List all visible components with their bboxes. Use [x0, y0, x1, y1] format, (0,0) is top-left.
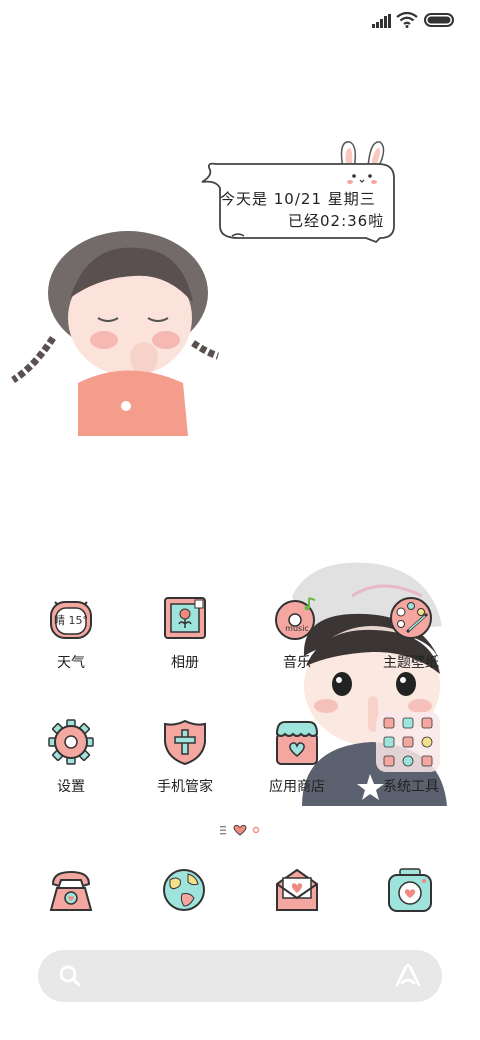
widget-time-text: 已经02:36啦 — [288, 212, 385, 230]
search-icon — [59, 965, 81, 987]
app-weather[interactable]: 晴 15° 天气 — [16, 594, 126, 704]
settings-icon — [48, 719, 94, 765]
app-security[interactable]: 手机管家 — [130, 718, 240, 828]
dock-browser[interactable] — [160, 866, 208, 914]
signal-icon — [372, 14, 391, 28]
system-tools-folder-icon — [376, 712, 440, 772]
app-label: 系统工具 — [383, 779, 439, 795]
app-app-store[interactable]: 应用商店 — [242, 718, 352, 828]
app-music[interactable]: music 音乐 — [242, 594, 352, 704]
battery-icon — [424, 13, 454, 27]
wifi-icon — [396, 12, 418, 28]
app-gallery[interactable]: 相册 — [130, 594, 240, 704]
widget-date-text: 今天是 10/21 星期三 — [220, 190, 376, 208]
date-time-widget[interactable]: 今天是 10/21 星期三 已经02:36啦 — [198, 140, 400, 248]
security-icon — [164, 719, 206, 766]
music-badge-text: music — [285, 624, 309, 633]
dock-camera[interactable] — [386, 866, 434, 914]
wallpaper-girl-illustration — [11, 231, 220, 436]
dock-messages[interactable] — [273, 866, 321, 914]
page-indicator[interactable] — [218, 822, 262, 836]
status-bar — [0, 0, 480, 40]
assistant-icon[interactable] — [394, 963, 422, 989]
app-store-icon — [275, 721, 319, 765]
page-list-icon — [220, 826, 226, 835]
search-bar[interactable] — [38, 950, 442, 1002]
browser-icon — [163, 869, 205, 911]
gallery-icon — [164, 597, 206, 639]
page-current-heart-icon — [233, 824, 247, 836]
messages-icon — [276, 868, 318, 911]
app-label: 音乐 — [283, 655, 311, 671]
app-label: 应用商店 — [269, 779, 325, 795]
app-themes[interactable]: 主题壁纸 — [356, 594, 466, 704]
app-label: 设置 — [57, 779, 85, 795]
music-icon — [275, 597, 316, 640]
page-dot-icon — [252, 826, 260, 834]
app-label: 相册 — [171, 655, 199, 671]
app-settings[interactable]: 设置 — [16, 718, 126, 828]
app-label: 天气 — [57, 655, 85, 671]
folder-system-tools[interactable]: 系统工具 — [356, 712, 466, 828]
themes-icon — [390, 597, 432, 639]
app-label: 主题壁纸 — [383, 655, 439, 671]
phone-icon — [49, 870, 93, 911]
app-label: 手机管家 — [157, 779, 213, 795]
weather-badge-text: 晴 15° — [54, 614, 88, 627]
camera-icon — [388, 868, 432, 912]
dock-phone[interactable] — [47, 866, 95, 914]
